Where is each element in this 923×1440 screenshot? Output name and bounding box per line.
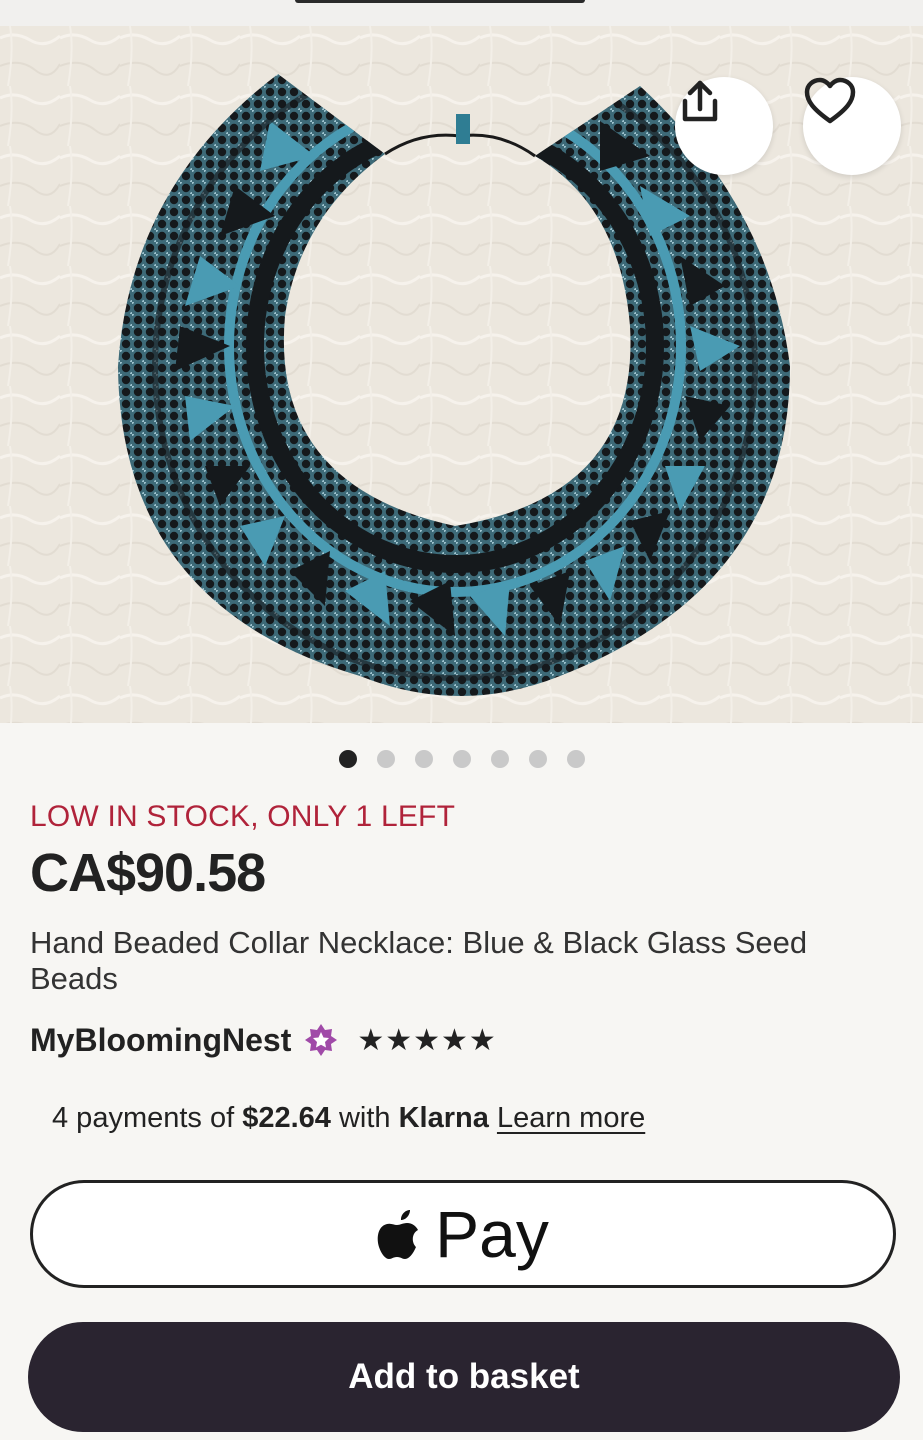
pagination-dot[interactable]: [528, 750, 547, 768]
pagination-dot[interactable]: [376, 750, 395, 768]
pagination-dot[interactable]: [490, 750, 509, 768]
share-icon: [682, 80, 718, 122]
klarna-mid: with: [330, 1102, 399, 1134]
star-seller-badge-icon: [305, 1024, 338, 1056]
pagination-dot[interactable]: [338, 750, 357, 768]
pagination-dot[interactable]: [414, 750, 433, 768]
klarna-installments: 4 payments of $22.64 with Klarna Learn m…: [52, 1102, 645, 1135]
necklace-photo: [0, 26, 923, 723]
seller-name[interactable]: MyBloomingNest: [30, 1022, 291, 1059]
apple-logo-icon: [377, 1210, 419, 1259]
product-image[interactable]: [0, 26, 923, 723]
favorite-button[interactable]: [803, 77, 901, 175]
heart-icon: [804, 77, 856, 124]
add-to-basket-button[interactable]: Add to basket: [28, 1322, 900, 1432]
gallery-pagination[interactable]: [0, 750, 923, 770]
product-title: Hand Beaded Collar Necklace: Blue & Blac…: [30, 925, 808, 996]
sheet-handle[interactable]: [295, 0, 585, 3]
price: CA$90.58: [30, 843, 266, 903]
top-bar: [0, 0, 923, 26]
rating-stars: ★★★★★: [357, 1023, 497, 1057]
seller-row[interactable]: MyBloomingNest ★★★★★: [30, 1020, 497, 1060]
apple-pay-label: Pay: [435, 1197, 549, 1271]
apple-pay-button[interactable]: Pay: [30, 1180, 896, 1288]
klarna-amount: $22.64: [242, 1102, 331, 1134]
pagination-dot[interactable]: [452, 750, 471, 768]
pagination-dot[interactable]: [566, 750, 585, 768]
learn-more-link[interactable]: Learn more: [497, 1102, 645, 1134]
share-button[interactable]: [675, 77, 773, 175]
klarna-provider: Klarna: [398, 1102, 489, 1134]
klarna-prefix: 4 payments of: [52, 1102, 243, 1134]
stock-notice: LOW IN STOCK, ONLY 1 LEFT: [30, 800, 456, 833]
